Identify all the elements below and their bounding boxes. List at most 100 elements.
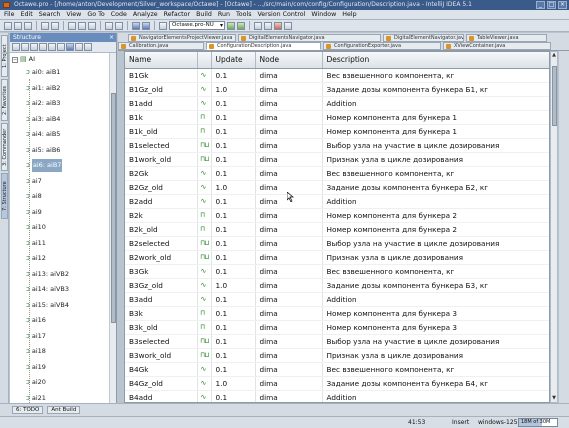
- tab-structure[interactable]: 7: Structure: [1, 173, 8, 219]
- maximize-button[interactable]: □: [547, 1, 556, 9]
- file-encoding[interactable]: windows-1251: [478, 417, 521, 428]
- menu-code[interactable]: Code: [111, 11, 127, 18]
- minimize-button[interactable]: _: [536, 1, 545, 9]
- settings-icon[interactable]: [254, 21, 262, 30]
- table-row[interactable]: B4Gk ∿ 0.1 dima Вес взвешенного компонента, …: [125, 362, 549, 377]
- editor-tab[interactable]: DigitalElementNavigator.java: [383, 34, 464, 42]
- paste-icon[interactable]: [88, 21, 96, 30]
- sort-visibility-icon[interactable]: [21, 43, 29, 51]
- tab-favorites[interactable]: 2: Favorites: [1, 79, 8, 121]
- tree-node[interactable]: ↄ ai20: [26, 376, 46, 389]
- group-methods-icon[interactable]: [30, 43, 38, 51]
- table-row[interactable]: B3Gk ∿ 0.1 dima Вес взвешенного компонента, …: [125, 264, 549, 279]
- table-row[interactable]: B1k_old ⊓ 0.1 dima Номер компонента для бунк…: [125, 124, 549, 139]
- menu-edit[interactable]: Edit: [21, 11, 33, 18]
- menu-refactor[interactable]: Refactor: [164, 11, 190, 18]
- tree-node[interactable]: ↄ ai12: [26, 252, 46, 265]
- tree-node[interactable]: ↄ ai14: aiVB3: [26, 283, 69, 296]
- autoscroll-from-source-icon[interactable]: [66, 43, 74, 51]
- tree-node[interactable]: ↄ ai18: [26, 345, 46, 358]
- table-row[interactable]: B1Gk ∿ 0.1 dima Вес взвешенного компонента, …: [125, 68, 549, 83]
- debug-icon[interactable]: [237, 21, 245, 30]
- table-row[interactable]: B1Gz_old ∿ 1.0 dima Задание дозы компонента …: [125, 82, 549, 97]
- scroll-down-icon[interactable]: ▼: [551, 395, 557, 402]
- table-row[interactable]: B2Gz_old ∿ 1.0 dima Задание дозы компонента …: [125, 180, 549, 195]
- scroll-up-icon[interactable]: ▲: [551, 52, 557, 59]
- bottom-tab-todo[interactable]: 6: TODO: [12, 406, 44, 414]
- table-row[interactable]: B2selected ⊓⊔ 0.1 dima Выбор узла на участие…: [125, 236, 549, 251]
- table-row[interactable]: B3selected ⊓⊔ 0.1 dima Выбор узла на участие…: [125, 334, 549, 349]
- tree-node[interactable]: ↄ ai15: aiVB4: [26, 299, 69, 312]
- collapse-all-icon[interactable]: [84, 43, 92, 51]
- table-row[interactable]: B4add ∿ 0.1 dima Addition: [125, 390, 549, 402]
- column-header-type[interactable]: [197, 52, 212, 69]
- cut-icon[interactable]: [68, 21, 76, 30]
- table-row[interactable]: B3add ∿ 0.1 dima Addition: [125, 292, 549, 307]
- table-row[interactable]: B2k ⊓ 0.1 dima Номер компонента для бункера …: [125, 208, 549, 223]
- menu-file[interactable]: File: [4, 11, 15, 18]
- table-row[interactable]: B2add ∿ 0.1 dima Addition: [125, 194, 549, 209]
- title-bar[interactable]: Octawe.pro - [/home/anton/Development/Si…: [0, 0, 569, 10]
- table-row[interactable]: B3work_old ⊓⊔ 0.1 dima Признак узла в цикле …: [125, 348, 549, 363]
- tree-node[interactable]: ↄ ai5: aiB6: [26, 144, 60, 157]
- editor-tab[interactable]: Calibration.java: [118, 42, 204, 50]
- table-row[interactable]: B1add ∿ 0.1 dima Addition: [125, 96, 549, 111]
- undo-icon[interactable]: [41, 21, 49, 30]
- column-header-update[interactable]: Update: [211, 52, 256, 69]
- tree-node[interactable]: ↄ ai9: [26, 206, 42, 219]
- table-row[interactable]: B3k_old ⊓ 0.1 dima Номер компонента для бунк…: [125, 320, 549, 335]
- show-inherited-icon[interactable]: [39, 43, 47, 51]
- column-header-name[interactable]: Name: [125, 52, 198, 69]
- tree-node[interactable]: ↄ ai10: [26, 221, 46, 234]
- caret-position[interactable]: 41:53: [408, 417, 425, 428]
- editor-tab[interactable]: DigitalElementsNavigator.java: [238, 34, 381, 42]
- table-row[interactable]: B2Gk ∿ 0.1 dima Вес взвешенного компонента, …: [125, 166, 549, 181]
- sync-icon[interactable]: [24, 21, 32, 30]
- table-scrollbar[interactable]: ▲ ▼: [550, 51, 558, 403]
- menu-go-to[interactable]: Go To: [87, 11, 104, 18]
- table-row[interactable]: B3k ⊓ 0.1 dima Номер компонента для бункера …: [125, 306, 549, 321]
- editor-tab[interactable]: TableViewer.java: [466, 34, 547, 42]
- editor-tab[interactable]: XViewContainer.java: [443, 42, 551, 50]
- table-row[interactable]: B2work_old ⊓⊔ 0.1 dima Признак узла в цикле …: [125, 250, 549, 265]
- replace-icon[interactable]: [115, 21, 123, 30]
- expand-all-icon[interactable]: [75, 43, 83, 51]
- save-icon[interactable]: [14, 21, 22, 30]
- menu-search[interactable]: Search: [39, 11, 61, 18]
- stop-icon[interactable]: [274, 21, 282, 30]
- collapse-icon[interactable]: −: [12, 56, 18, 63]
- autoscroll-icon[interactable]: [57, 43, 65, 51]
- table-row[interactable]: B3Gz_old ∿ 1.0 dima Задание дозы компонента …: [125, 278, 549, 293]
- structure-icon[interactable]: [264, 21, 272, 30]
- help-icon[interactable]: [284, 21, 292, 30]
- tree-node[interactable]: ↄ ai16: [26, 314, 46, 327]
- tree-node[interactable]: ↄ ai0: aiB1: [26, 66, 60, 79]
- scroll-thumb[interactable]: [552, 66, 557, 126]
- tree-node[interactable]: ↄ ai8: [26, 190, 42, 203]
- editor-tab[interactable]: NavigatorElementsProjectViewer.java: [128, 34, 236, 42]
- close-icon[interactable]: ×: [109, 33, 114, 42]
- tree-node[interactable]: ↄ ai2: aiB3: [26, 97, 60, 110]
- column-header-node[interactable]: Node: [255, 52, 323, 69]
- tree-node[interactable]: ↄ ai11: [26, 237, 46, 250]
- menu-window[interactable]: Window: [311, 11, 336, 18]
- tree-node[interactable]: ↄ ai19: [26, 361, 46, 374]
- open-icon[interactable]: [4, 21, 12, 30]
- back-icon[interactable]: [132, 21, 140, 30]
- editor-tab[interactable]: ConfigurationExporter.java: [323, 42, 441, 50]
- tree-node[interactable]: ↄ ai4: aiB5: [26, 128, 60, 141]
- menu-view[interactable]: View: [66, 11, 81, 18]
- table-row[interactable]: B2k_old ⊓ 0.1 dima Номер компонента для бунк…: [125, 222, 549, 237]
- tree-node[interactable]: ↄ ai6: aiB7: [26, 159, 63, 172]
- tree-node[interactable]: ↄ ai3: aiB4: [26, 113, 60, 126]
- copy-icon[interactable]: [78, 21, 86, 30]
- forward-icon[interactable]: [142, 21, 150, 30]
- run-icon[interactable]: [227, 21, 235, 30]
- tree-node[interactable]: ↄ ai1: aiB2: [26, 82, 60, 95]
- close-button[interactable]: ×: [558, 1, 567, 9]
- tab-commander[interactable]: 3: Commander: [1, 123, 8, 171]
- table-row[interactable]: B1selected ⊓⊔ 0.1 dima Выбор узла на участие…: [125, 138, 549, 153]
- tree-node[interactable]: ↄ ai21: [26, 392, 46, 404]
- insert-mode[interactable]: Insert: [452, 417, 469, 428]
- find-icon[interactable]: [105, 21, 113, 30]
